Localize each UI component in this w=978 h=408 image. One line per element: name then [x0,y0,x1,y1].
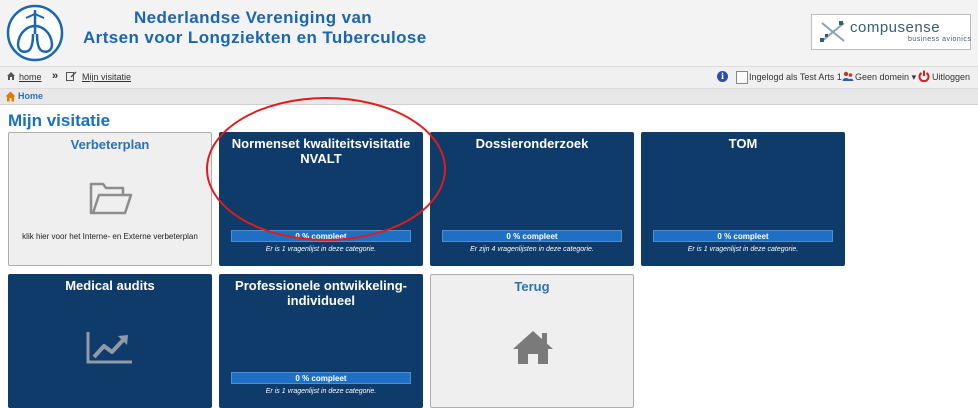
tile-note: Er is 1 vragenlijst in deze categorie. [265,388,377,395]
brand-name: compusense [850,19,941,36]
tile-note: Er is 1 vragenlijst in deze categorie. [265,246,377,253]
caret-down-icon: ▾ [911,72,917,82]
tile-normenset[interactable]: Normenset kwaliteitsvisitatie NVALT 0 % … [219,132,423,266]
tile-title: Medical audits [65,278,155,293]
tile-description: klik hier voor het Interne- en Externe v… [22,232,198,241]
user-card-icon [736,71,748,84]
brand-tagline: business avionics [908,36,972,43]
progress-bar: 0 % compleet [231,230,411,242]
progress-bar: 0 % compleet [653,230,833,242]
home-bar: Home [0,89,978,105]
progress-bar: 0 % compleet [442,230,622,242]
home-link[interactable]: Home [18,91,43,101]
tile-title: Normenset kwaliteitsvisitatie NVALT [231,136,411,166]
progress-label: 0 % compleet [295,374,347,383]
tile-medical-audits[interactable]: Medical audits [8,274,212,408]
nvalt-logo-icon[interactable] [6,4,64,62]
home-icon [7,72,15,80]
folder-icon [89,182,133,215]
tile-note: Er is 1 vragenlijst in deze categorie. [687,246,799,253]
tile-professionele-ontwikkeling[interactable]: Professionele ontwikkeling-individueel 0… [219,274,423,408]
house-icon [513,331,553,364]
tile-verbeterplan[interactable]: Verbeterplan klik hier voor het Interne-… [8,132,212,266]
breadcrumb-home-link[interactable]: home [19,72,42,82]
home-icon[interactable] [5,91,16,102]
site-header: Nederlandse Vereniging van Artsen voor L… [0,0,978,67]
org-name-line2: Artsen voor Longziekten en Tuberculose [83,28,427,47]
tile-title: TOM [728,136,758,151]
tile-terug[interactable]: Terug [430,274,634,408]
compusense-logo: compusense business avionics [811,14,971,50]
progress-label: 0 % compleet [717,232,769,241]
breadcrumb-separator: » [52,70,59,82]
line-chart-icon [86,332,132,364]
power-icon[interactable] [918,70,930,82]
breadcrumb-bar: home » Mijn visitatie i Ingelogd als Tes… [0,67,978,89]
tile-title: Professionele ontwikkeling-individueel [235,278,407,308]
org-name-line1: Nederlandse Vereniging van [134,8,373,27]
progress-label: 0 % compleet [295,232,347,241]
tile-title: Terug [514,279,550,294]
breadcrumb-current-link[interactable]: Mijn visitatie [82,72,131,82]
compusense-mark-icon [820,21,845,42]
progress-label: 0 % compleet [506,232,558,241]
tile-title: Verbeterplan [70,137,150,152]
tile-note: Er zijn 4 vragenlijsten in deze categori… [470,246,594,253]
tile-dossieronderzoek[interactable]: Dossieronderzoek 0 % compleet Er zijn 4 … [430,132,634,266]
edit-icon [66,71,77,81]
domain-label: Geen domein [855,72,910,82]
logged-in-user[interactable]: Ingelogd als Test Arts 1 [749,72,842,82]
info-icon[interactable]: i [717,71,728,82]
domain-dropdown[interactable]: Geen domein ▾ [855,72,916,83]
page-title: Mijn visitatie [8,111,111,130]
progress-bar: 0 % compleet [231,372,411,384]
domain-users-icon [842,71,854,81]
logout-link[interactable]: Uitloggen [932,72,970,82]
tile-tom[interactable]: TOM 0 % compleet Er is 1 vragenlijst in … [641,132,845,266]
tile-title: Dossieronderzoek [475,136,589,151]
